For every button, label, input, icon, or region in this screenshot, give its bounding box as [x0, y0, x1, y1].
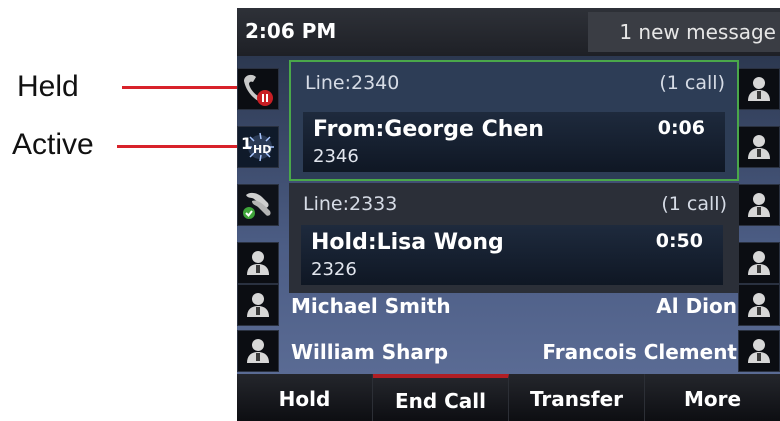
line-key-held[interactable] [237, 68, 279, 110]
active-call-number: 2346 [313, 146, 359, 167]
line-key-contact-1[interactable] [237, 242, 279, 284]
contact-row-2: William Sharp Francois Clement [289, 332, 739, 372]
contact-icon [739, 285, 779, 325]
end-call-softkey[interactable]: End Call [373, 374, 509, 421]
active-call-line: Line:2340 [305, 72, 400, 94]
contact-icon [739, 331, 779, 371]
active-annotation: Active [12, 128, 94, 161]
transfer-softkey[interactable]: Transfer [509, 374, 645, 421]
right-line-key-4[interactable] [738, 242, 780, 284]
active-call-count: (1 call) [659, 72, 725, 94]
held-call-icon [238, 69, 278, 109]
right-line-key-3[interactable] [738, 184, 780, 226]
contact-icon [238, 331, 278, 371]
contact-michael-smith[interactable]: Michael Smith [291, 294, 451, 318]
line-key-registered[interactable] [237, 184, 279, 226]
hd-text: HD [253, 143, 271, 156]
contact-icon [739, 69, 779, 109]
clock: 2:06 PM [245, 19, 337, 43]
contact-icon [238, 243, 278, 283]
held-call-details[interactable]: Hold:Lisa Wong 2326 0:50 [301, 225, 723, 285]
held-call-count: (1 call) [661, 193, 727, 215]
phone-screen: 2:06 PM 1 new message 1 HD Michael Smith… [237, 8, 780, 421]
contact-francois-clement[interactable]: Francois Clement [542, 340, 737, 364]
active-pointer-line [117, 145, 240, 148]
contact-icon [739, 243, 779, 283]
right-line-key-2[interactable] [738, 126, 780, 168]
line-number-text: 1 [241, 134, 252, 153]
contact-william-sharp[interactable]: William Sharp [291, 340, 448, 364]
held-call-party: Hold:Lisa Wong [311, 230, 504, 255]
active-call-panel[interactable]: Line:2340 (1 call) From:George Chen 2346… [289, 60, 739, 181]
active-call-details[interactable]: From:George Chen 2346 0:06 [303, 112, 725, 172]
held-annotation: Held [17, 70, 79, 103]
more-softkey[interactable]: More [645, 374, 780, 421]
contact-al-dion[interactable]: Al Dion [656, 294, 737, 318]
held-call-number: 2326 [311, 259, 357, 280]
right-line-key-1[interactable] [738, 68, 780, 110]
held-call-line: Line:2333 [303, 193, 398, 215]
active-call-party: From:George Chen [313, 117, 544, 142]
hd-active-line-icon: 1 HD [238, 127, 278, 167]
registered-phone-icon [238, 185, 278, 225]
hold-softkey[interactable]: Hold [237, 374, 373, 421]
contact-icon [739, 127, 779, 167]
right-line-key-6[interactable] [738, 330, 780, 372]
active-call-duration: 0:06 [657, 117, 705, 139]
held-call-panel[interactable]: Line:2333 (1 call) Hold:Lisa Wong 2326 0… [289, 183, 739, 293]
line-key-contact-3[interactable] [237, 330, 279, 372]
held-call-duration: 0:50 [655, 230, 703, 252]
new-message-indicator[interactable]: 1 new message [588, 12, 780, 52]
line-key-contact-2[interactable] [237, 284, 279, 326]
held-pointer-line [122, 86, 240, 89]
contact-icon [238, 285, 278, 325]
right-line-key-5[interactable] [738, 284, 780, 326]
line-key-active[interactable]: 1 HD [237, 126, 279, 168]
status-bar: 2:06 PM 1 new message [237, 8, 780, 56]
calls-view: 1 HD Michael Smith Al Dion William Sharp… [237, 56, 780, 374]
contact-icon [739, 185, 779, 225]
softkey-bar: Hold End Call Transfer More [237, 374, 780, 421]
